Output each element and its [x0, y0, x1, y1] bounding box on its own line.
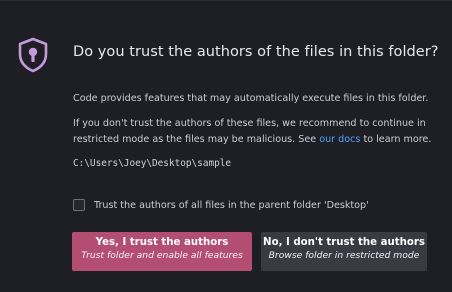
trust-button[interactable]: Yes, I trust the authors Trust folder an…: [72, 232, 252, 271]
shield-lock-icon: [17, 37, 49, 73]
trust-button-label: Yes, I trust the authors: [95, 237, 229, 248]
dont-trust-button-label: No, I don't trust the authors: [263, 237, 425, 248]
restricted-mode-paragraph: If you don't trust the authors of these …: [73, 116, 431, 148]
parent-trust-option[interactable]: Trust the authors of all files in the pa…: [73, 197, 369, 213]
parent-trust-label[interactable]: Trust the authors of all files in the pa…: [94, 200, 369, 211]
dialog-title: Do you trust the authors of the files in…: [73, 44, 439, 60]
dont-trust-button-sublabel: Browse folder in restricted mode: [268, 250, 420, 261]
trust-button-sublabel: Trust folder and enable all features: [81, 250, 243, 261]
description-text: Code provides features that may automati…: [73, 93, 429, 104]
restricted-mode-text-line1: If you don't trust the authors of these …: [73, 118, 426, 129]
dont-trust-button[interactable]: No, I don't trust the authors Browse fol…: [261, 232, 427, 271]
workspace-trust-dialog: Do you trust the authors of the files in…: [0, 0, 452, 292]
docs-link[interactable]: our docs: [319, 134, 360, 145]
parent-trust-checkbox[interactable]: [73, 199, 85, 211]
restricted-mode-text-line2: restricted mode as the files may be mali…: [73, 134, 320, 145]
restricted-mode-text-end: to learn more.: [360, 134, 432, 145]
description-paragraph: Code provides features that may automati…: [73, 91, 428, 107]
folder-path: C:\Users\Joey\Desktop\sample: [73, 158, 232, 169]
